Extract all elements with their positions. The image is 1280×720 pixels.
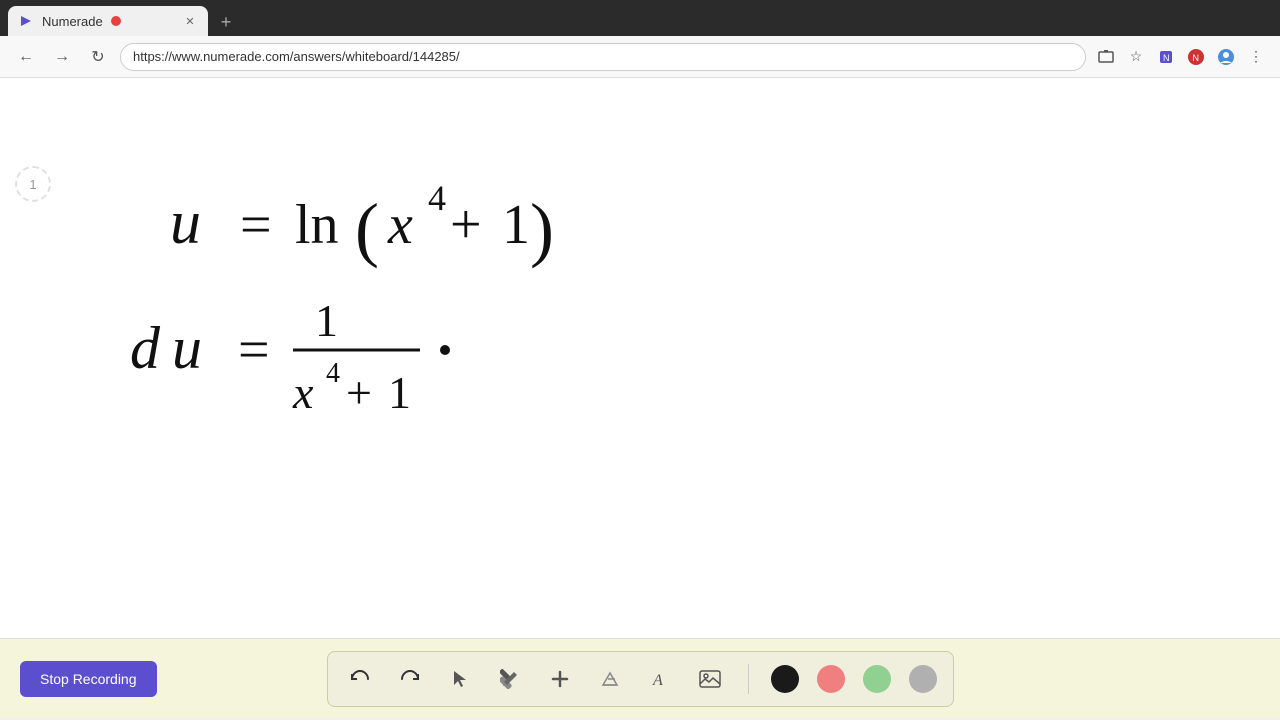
tab-bar: Numerade ✕ + (0, 0, 1280, 36)
profile-icon[interactable] (1214, 45, 1238, 69)
address-icons: ☆ N N ⋮ (1094, 45, 1268, 69)
bottom-bar: Stop Recording (0, 638, 1280, 718)
svg-text:): ) (530, 189, 554, 269)
add-tool-button[interactable] (544, 663, 576, 695)
tab-favicon (18, 13, 34, 29)
svg-text:+: + (450, 194, 482, 256)
tab-close-button[interactable]: ✕ (182, 13, 198, 29)
image-tool-button[interactable] (694, 663, 726, 695)
svg-text:=: = (240, 194, 272, 256)
bookmark-icon[interactable]: ☆ (1124, 45, 1148, 69)
svg-text:4: 4 (428, 178, 446, 218)
select-tool-button[interactable] (444, 663, 476, 695)
svg-text:A: A (652, 672, 663, 689)
tab-recording-dot (111, 16, 121, 26)
svg-text:N: N (1193, 53, 1200, 63)
svg-text:4: 4 (326, 358, 340, 389)
redo-button[interactable] (394, 663, 426, 695)
svg-text:u: u (172, 315, 202, 381)
svg-text:1: 1 (315, 295, 338, 346)
svg-text:x: x (387, 194, 413, 256)
color-gray-button[interactable] (909, 665, 937, 693)
toolbar-divider (748, 664, 749, 694)
svg-text:=: = (238, 319, 270, 381)
stop-recording-button[interactable]: Stop Recording (20, 661, 157, 697)
screen-capture-icon[interactable] (1094, 45, 1118, 69)
address-input[interactable] (120, 43, 1086, 71)
svg-text:1: 1 (388, 367, 411, 418)
address-bar-row: ← → ↻ ☆ N N (0, 36, 1280, 78)
svg-text:+: + (346, 367, 372, 418)
page-counter: 1 (15, 166, 51, 202)
math-content: u = ln ( x 4 + 1 ) d u = 1 (130, 158, 680, 463)
svg-text:d: d (130, 315, 161, 381)
svg-text:x: x (292, 367, 314, 418)
svg-text:1: 1 (502, 194, 530, 256)
svg-text:u: u (170, 189, 201, 257)
eraser-tool-button[interactable] (594, 663, 626, 695)
text-tool-button[interactable]: A (644, 663, 676, 695)
tab-title: Numerade (42, 14, 103, 29)
whiteboard[interactable]: 1 u = ln ( x 4 + 1 ) d u (0, 78, 1280, 638)
math-svg: u = ln ( x 4 + 1 ) d u = 1 (130, 158, 680, 458)
active-tab[interactable]: Numerade ✕ (8, 6, 208, 36)
extension-icon-1[interactable]: N (1154, 45, 1178, 69)
toolbar-container: A (327, 651, 954, 707)
new-tab-button[interactable]: + (212, 8, 240, 36)
color-black-button[interactable] (771, 665, 799, 693)
refresh-button[interactable]: ↻ (84, 43, 112, 71)
svg-text:(: ( (355, 189, 379, 269)
svg-text:N: N (1163, 53, 1170, 63)
back-button[interactable]: ← (12, 43, 40, 71)
color-green-button[interactable] (863, 665, 891, 693)
menu-icon[interactable]: ⋮ (1244, 45, 1268, 69)
extension-icon-2[interactable]: N (1184, 45, 1208, 69)
pen-tool-button[interactable] (494, 663, 526, 695)
forward-button[interactable]: → (48, 43, 76, 71)
color-pink-button[interactable] (817, 665, 845, 693)
svg-text:ln: ln (295, 194, 339, 256)
undo-button[interactable] (344, 663, 376, 695)
